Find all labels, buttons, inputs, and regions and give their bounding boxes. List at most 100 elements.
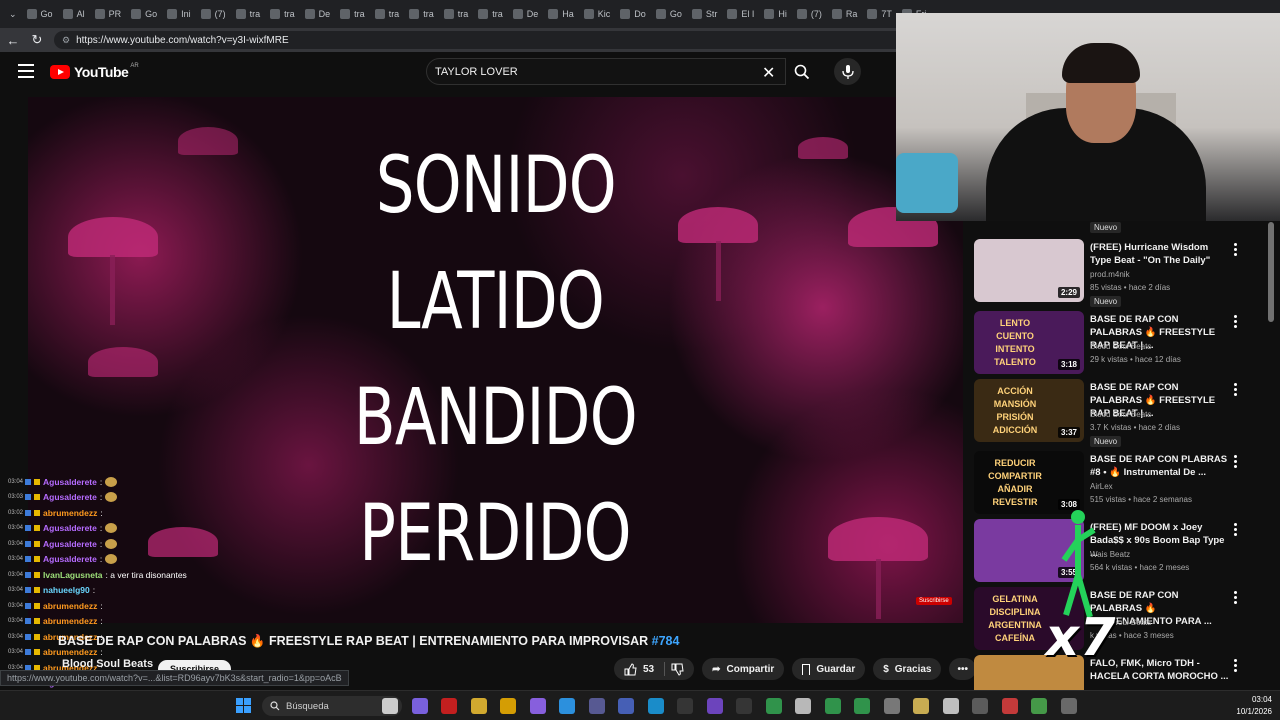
opera-icon[interactable] <box>441 698 457 714</box>
like-button[interactable]: 53 <box>614 658 695 680</box>
recommended-channel[interactable]: Blood Soul Beats <box>1090 342 1151 351</box>
voice-search-button[interactable] <box>834 58 861 85</box>
settings-icon[interactable] <box>883 698 900 714</box>
app-icon[interactable] <box>1001 698 1018 714</box>
chat-username[interactable]: Agusalderete <box>43 554 97 564</box>
video-thumbnail[interactable]: 2:29 <box>974 239 1084 302</box>
browser-tab[interactable]: De <box>508 3 544 25</box>
teams-icon[interactable] <box>647 698 664 714</box>
chat-username[interactable]: abrumendezz <box>43 508 97 518</box>
windows-start-icon[interactable] <box>236 698 251 713</box>
vscode-icon[interactable] <box>618 698 634 714</box>
recommended-video[interactable]: 3:55 (FREE) MF DOOM x Joey Bada$$ x 90s B… <box>972 519 1272 583</box>
menu-icon[interactable] <box>18 64 34 78</box>
reload-icon[interactable]: ↻ <box>30 32 44 48</box>
recommended-title[interactable]: (FREE) Hurricane Wisdom Type Beat - "On … <box>1090 241 1230 267</box>
recommended-video[interactable]: LENTO CUENTO INTENTO TALENTO 3:18 BASE DE … <box>972 311 1272 375</box>
whatsapp-icon[interactable] <box>1031 698 1047 714</box>
discord-icon[interactable] <box>588 698 605 714</box>
edge-icon[interactable] <box>559 698 575 714</box>
widgets-icon[interactable] <box>382 698 398 714</box>
save-button[interactable]: Guardar <box>792 658 866 680</box>
recommended-title[interactable]: BASE DE RAP CON PLABRAS #8 • 🔥 Instrumen… <box>1090 453 1230 479</box>
browser-tab[interactable]: Ini <box>162 3 196 25</box>
browser-tab[interactable]: tra <box>473 3 508 25</box>
files-icon[interactable] <box>913 698 929 714</box>
search-button[interactable] <box>786 58 818 85</box>
share-button[interactable]: ➦ Compartir <box>702 658 785 680</box>
chat-username[interactable]: Agusalderete <box>43 477 97 487</box>
chat-username[interactable]: IvanLagusneta <box>43 570 103 580</box>
system-clock[interactable]: 03:04 10/1/2026 <box>1200 694 1272 718</box>
capture-icon[interactable] <box>942 698 959 714</box>
recommended-channel[interactable]: Blood Soul Beats <box>1090 410 1151 419</box>
clear-search-icon[interactable]: ✕ <box>762 63 775 83</box>
taskbar-search[interactable]: Búsqueda <box>262 696 402 716</box>
chrome-icon[interactable] <box>824 698 841 714</box>
chrome-icon[interactable] <box>765 698 782 714</box>
browser-tab[interactable]: Str <box>687 3 723 25</box>
browser-tab[interactable]: Kic <box>579 3 616 25</box>
store-icon[interactable] <box>677 698 693 714</box>
browser-tab[interactable]: tra <box>404 3 439 25</box>
recommended-channel[interactable]: AirLex <box>1090 482 1113 491</box>
browser-tab[interactable]: Hi <box>759 3 792 25</box>
browser-tab[interactable]: Ha <box>543 3 579 25</box>
browser-tab[interactable]: tra <box>439 3 474 25</box>
more-vertical-icon[interactable] <box>1234 383 1238 398</box>
browser-tab[interactable]: tra <box>265 3 300 25</box>
channel-name[interactable]: Blood Soul Beats <box>62 658 153 670</box>
tab-list-icon[interactable]: ⌄ <box>4 3 22 25</box>
chrome-icon[interactable] <box>854 698 870 714</box>
recommended-video[interactable]: 2:29 (FREE) Hurricane Wisdom Type Beat - … <box>972 239 1272 307</box>
more-vertical-icon[interactable] <box>1234 591 1238 606</box>
browser-tab[interactable]: 7T <box>862 3 897 25</box>
terminal-icon[interactable] <box>706 698 723 714</box>
browser-tab[interactable]: tra <box>370 3 405 25</box>
recommended-video[interactable]: GELATINA DISCIPLINA ARGENTINA CAFEÍNA BAS… <box>972 587 1272 651</box>
notes-icon[interactable] <box>736 698 752 714</box>
back-icon[interactable]: ← <box>6 33 20 48</box>
browser-tab[interactable]: Go <box>22 3 58 25</box>
copilot-icon[interactable] <box>411 698 428 714</box>
chat-username[interactable]: Agusalderete <box>43 492 97 502</box>
video-hashtag[interactable]: #784 <box>652 634 680 648</box>
recommended-video[interactable]: REDUCIR COMPARTIR AÑADIR REVESTIR 3:08 BAS… <box>972 451 1272 515</box>
chat-username[interactable]: abrumendezz <box>43 616 97 626</box>
sidebar-scrollbar[interactable] <box>1268 222 1274 322</box>
site-info-icon[interactable]: ⚙ <box>62 35 70 46</box>
browser-tab[interactable]: Go <box>126 3 162 25</box>
url-field[interactable]: ⚙ https://www.youtube.com/watch?v=y3I-wi… <box>54 31 914 49</box>
video-subscribe-watermark[interactable]: Suscribirse <box>916 597 952 605</box>
more-vertical-icon[interactable] <box>1234 455 1238 470</box>
more-vertical-icon[interactable] <box>1234 243 1238 258</box>
app-icon[interactable] <box>1060 698 1077 714</box>
thanks-button[interactable]: $ Gracias <box>873 658 942 680</box>
video-thumbnail[interactable]: LENTO CUENTO INTENTO TALENTO 3:18 <box>974 311 1084 374</box>
more-vertical-icon[interactable] <box>1234 315 1238 330</box>
browser-tab[interactable]: Al <box>58 3 90 25</box>
thumbs-down-icon[interactable] <box>671 663 684 676</box>
chat-username[interactable]: nahueelg90 <box>43 585 90 595</box>
browser-tab[interactable]: El I <box>722 3 759 25</box>
chat-username[interactable]: Agusalderete <box>43 539 97 549</box>
file-explorer-icon[interactable] <box>500 698 516 714</box>
browser-tab[interactable]: (7) <box>196 3 231 25</box>
browser-tab[interactable]: De <box>300 3 336 25</box>
recommended-channel[interactable]: prod.m4nik <box>1090 270 1130 279</box>
chat-username[interactable]: Agusalderete <box>43 523 97 533</box>
browser-tab[interactable]: tra <box>335 3 370 25</box>
browser-tab[interactable]: (7) <box>792 3 827 25</box>
recommended-channel[interactable]: Wais Beatz <box>1090 550 1130 559</box>
document-icon[interactable] <box>795 698 811 714</box>
folder-icon[interactable] <box>470 698 487 714</box>
search-input[interactable]: TAYLOR LOVER <box>426 58 786 85</box>
app-icon[interactable] <box>972 698 988 714</box>
browser-tab[interactable]: Go <box>651 3 687 25</box>
video-thumbnail[interactable]: ACCIÓN MANSIÓN PRISIÓN ADICCIÓN 3:37 <box>974 379 1084 442</box>
browser-tab[interactable]: Ra <box>827 3 863 25</box>
chat-username[interactable]: abrumendezz <box>43 601 97 611</box>
browser-tab[interactable]: Do <box>615 3 651 25</box>
more-vertical-icon[interactable] <box>1234 523 1238 538</box>
pen-icon[interactable] <box>529 698 546 714</box>
